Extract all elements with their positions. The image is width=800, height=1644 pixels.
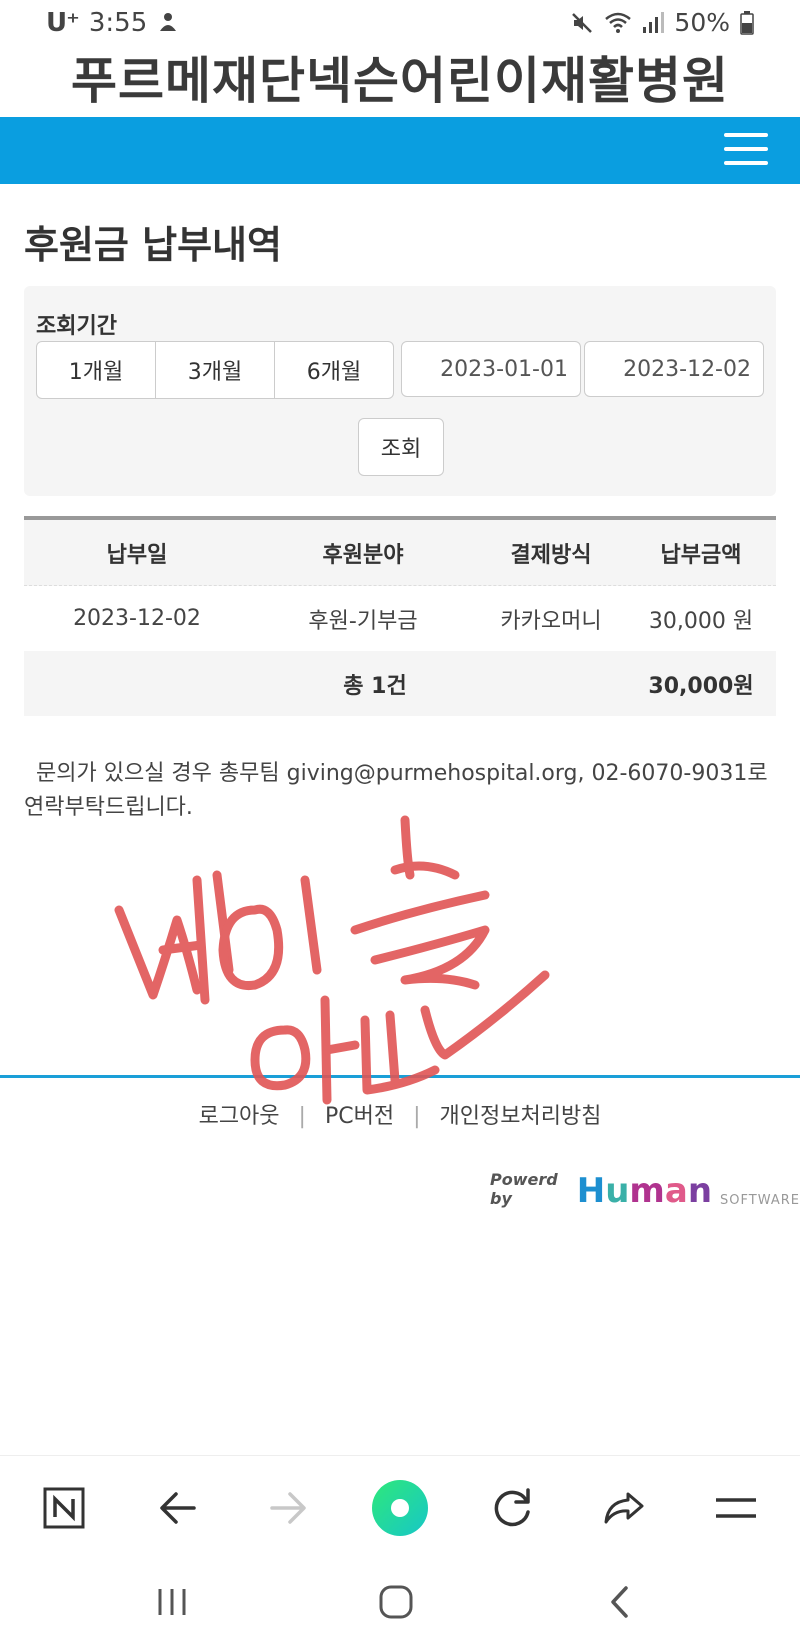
menu-line [724,133,768,137]
menu-line [724,147,768,151]
logout-link[interactable]: 로그아웃 [199,1104,280,1129]
privacy-policy-link[interactable]: 개인정보처리방침 [440,1104,602,1129]
footer-separator: | [413,1104,421,1129]
system-nav-bar [0,1559,800,1644]
footer-total: 30,000원 [648,673,754,699]
pc-version-link[interactable]: PC버전 [325,1104,394,1129]
footer-links: 로그아웃 | PC버전 | 개인정보처리방침 [0,1098,800,1130]
naver-icon[interactable] [34,1478,94,1538]
start-date-input[interactable] [401,341,581,397]
table-row: 2023-12-02 후원-기부금 카카오머니 30,000 원 [24,586,776,651]
hamburger-menu-button[interactable] [724,133,768,167]
search-panel: 조회기간 1개월 3개월 6개월 조회 [24,286,776,496]
human-software-logo: Human [576,1171,713,1211]
carrier-label: U⁺ [46,8,80,38]
cell-payment-method: 카카오머니 [500,608,602,634]
back-arrow-icon[interactable] [148,1478,208,1538]
period-3-month-button[interactable]: 3개월 [156,342,275,398]
header-payment-amount: 납부금액 [660,542,742,568]
menu-line [724,161,768,165]
page-title: 후원금 납부내역 [24,223,282,267]
home-icon[interactable] [366,1577,426,1627]
period-1-month-button[interactable]: 1개월 [37,342,156,398]
footer-separator: | [298,1104,306,1129]
share-icon[interactable] [594,1478,654,1538]
header-payment-method: 결제방식 [510,542,592,568]
cell-payment-date: 2023-12-02 [73,606,201,631]
cell-donation-field: 후원-기부금 [308,608,418,634]
handwritten-signature [114,815,550,1105]
menu-lines-icon[interactable] [706,1478,766,1538]
mute-icon [572,12,593,33]
cell-payment-amount: 30,000 원 [648,608,754,634]
recent-apps-icon[interactable] [142,1577,202,1627]
powered-by-label: Powerd by [490,1170,558,1208]
signal-icon [643,11,665,33]
back-icon[interactable] [590,1577,650,1627]
brand-suffix: SOFTWARE [720,1193,800,1208]
home-circle-icon[interactable] [370,1478,430,1538]
status-right: 50% [570,8,754,37]
footer-count: 총 1건 [343,673,407,699]
wifi-icon [605,12,632,33]
search-button[interactable]: 조회 [358,418,444,476]
battery-icon [740,10,754,35]
nav-bar [0,117,800,184]
donation-table: 납부일 후원분야 결제방식 납부금액 2023-12-02 후원-기부금 카카오… [24,516,776,716]
period-button-group: 1개월 3개월 6개월 [36,341,394,399]
header-payment-date: 납부일 [106,542,168,568]
table-footer-row: 총 1건 30,000원 [24,651,776,716]
forward-arrow-icon[interactable] [258,1478,318,1538]
clock: 3:55 [88,8,148,38]
header-donation-field: 후원분야 [322,542,404,568]
refresh-icon[interactable] [482,1478,542,1538]
period-label: 조회기간 [36,314,117,339]
battery-percent: 50% [674,8,730,37]
notification-icon [160,13,177,31]
status-bar: U⁺ 3:55 50% [0,0,800,48]
end-date-input[interactable] [584,341,764,397]
table-header-row: 납부일 후원분야 결제방식 납부금액 [24,520,776,586]
status-left: U⁺ 3:55 [46,8,179,38]
powered-by: Powerd by Human SOFTWARE [490,1170,800,1208]
browser-toolbar [0,1455,800,1560]
period-6-month-button[interactable]: 6개월 [275,342,393,398]
site-title[interactable]: 푸르메재단넥슨어린이재활병원 [0,48,800,114]
